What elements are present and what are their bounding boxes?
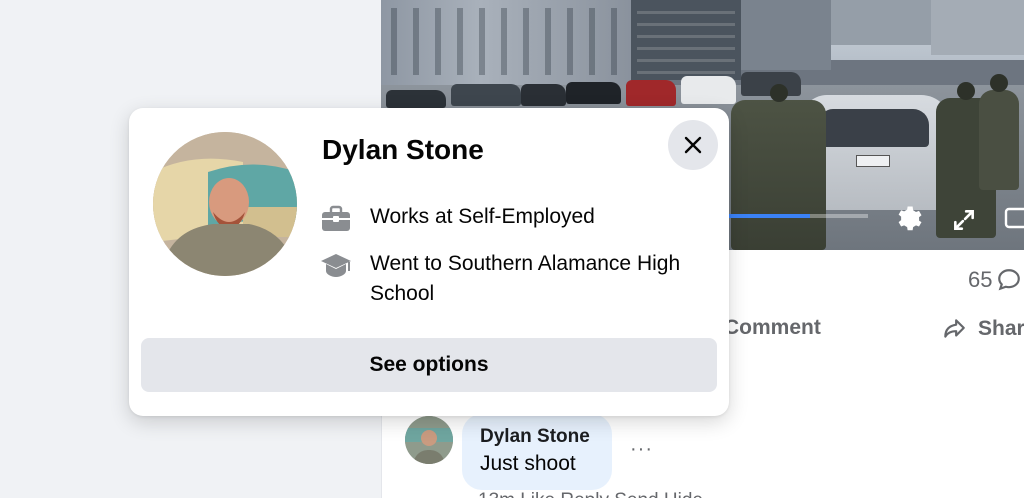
comment-button[interactable]: Comment — [724, 316, 821, 340]
share-icon — [944, 319, 965, 338]
video-scene-building — [631, 0, 741, 80]
comment-count[interactable]: 65 — [968, 267, 1022, 293]
comment-count-value: 65 — [968, 267, 993, 292]
picture-in-picture-icon[interactable] — [1004, 204, 1024, 234]
comment-text: Just shoot — [480, 452, 576, 475]
close-button[interactable] — [668, 120, 718, 170]
profile-name[interactable]: Dylan Stone — [322, 134, 484, 166]
gear-icon[interactable] — [891, 202, 925, 236]
avatar[interactable] — [153, 132, 297, 276]
work-text: Works at Self-Employed — [370, 205, 595, 228]
briefcase-icon — [319, 204, 353, 234]
see-options-button[interactable]: See options — [141, 338, 717, 392]
video-scene-officer — [731, 84, 826, 250]
video-scene-building — [831, 0, 931, 45]
education-info: Went to Southern Alamance High School — [319, 249, 700, 309]
graduation-cap-icon — [319, 251, 353, 281]
comment-author[interactable]: Dylan Stone — [480, 426, 594, 448]
video-scene-building — [741, 0, 831, 70]
education-text: Went to Southern Alamance High School — [370, 252, 681, 305]
fullscreen-icon[interactable] — [948, 204, 980, 236]
close-icon — [684, 136, 702, 154]
profile-hovercard: Dylan Stone Works at Self-Employed Went … — [129, 108, 729, 416]
comment-more-options[interactable]: ··· — [630, 438, 653, 461]
comment-bubble: Dylan Stone Just shoot — [462, 414, 612, 490]
comment-button-label: Comment — [724, 316, 821, 339]
video-scene-building — [381, 0, 631, 95]
share-button-label: Share — [978, 317, 1024, 340]
video-scene-building — [931, 0, 1024, 55]
comment-avatar[interactable] — [405, 416, 453, 464]
comment-bubble-icon — [998, 269, 1021, 291]
comment-meta-actions[interactable]: 13m Like Reply Send Hide — [478, 490, 703, 498]
share-button[interactable]: Share — [940, 316, 1024, 342]
work-info: Works at Self-Employed — [319, 202, 700, 234]
video-scene-officer — [979, 74, 1019, 190]
